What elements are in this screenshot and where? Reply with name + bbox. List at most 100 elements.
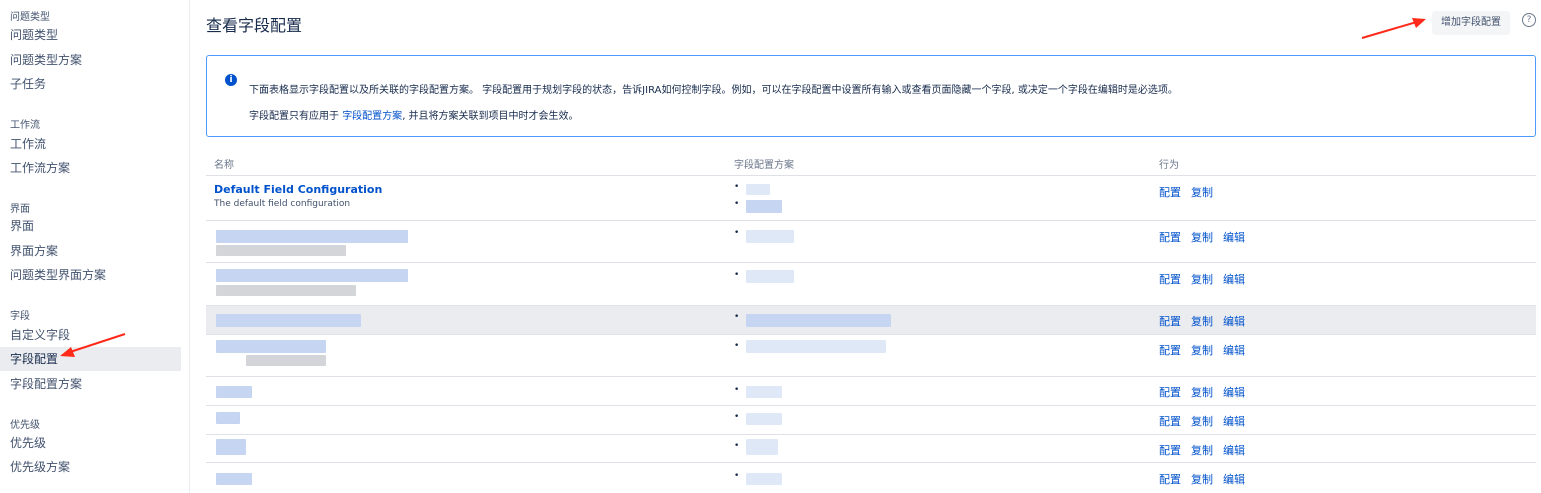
field-configuration-name-link[interactable]: Default Field Configuration xyxy=(214,183,382,196)
row-actions: 配置 复制 编辑 xyxy=(1159,313,1255,329)
scheme-bullet: • xyxy=(734,312,740,322)
table-row: • 配置 复制 编辑 xyxy=(206,306,1536,335)
configure-link[interactable]: 配置 xyxy=(1159,344,1181,357)
info-icon: i xyxy=(225,74,237,86)
add-field-configuration-button[interactable]: 增加字段配置 xyxy=(1432,11,1510,35)
redacted-name xyxy=(216,386,252,398)
redacted-scheme xyxy=(746,439,778,455)
redacted-scheme xyxy=(746,314,891,327)
sidebar-item-workflows[interactable]: 工作流 xyxy=(0,132,181,156)
scheme-bullet: • xyxy=(734,228,740,238)
configure-link[interactable]: 配置 xyxy=(1159,415,1181,428)
copy-link[interactable]: 复制 xyxy=(1191,231,1213,244)
sidebar-item-issue-type-screen-schemes[interactable]: 问题类型界面方案 xyxy=(0,263,181,287)
annotation-arrow-icon xyxy=(1361,18,1426,39)
sidebar: 问题类型 问题类型 问题类型方案 子任务 工作流 工作流 工作流方案 界面 界面… xyxy=(0,0,190,493)
info-text-prefix: 字段配置只有应用于 xyxy=(249,111,343,122)
sidebar-group-title: 界面 xyxy=(10,204,30,215)
row-name-cell: Default Field Configuration The default … xyxy=(214,183,382,209)
copy-link[interactable]: 复制 xyxy=(1191,386,1213,399)
configure-link[interactable]: 配置 xyxy=(1159,186,1181,199)
row-actions: 配置 复制 编辑 xyxy=(1159,384,1255,400)
configure-link[interactable]: 配置 xyxy=(1159,386,1181,399)
annotation-arrow-icon xyxy=(60,333,126,357)
copy-link[interactable]: 复制 xyxy=(1191,415,1213,428)
sidebar-item-screen-schemes[interactable]: 界面方案 xyxy=(0,239,181,263)
configure-link[interactable]: 配置 xyxy=(1159,315,1181,328)
edit-link[interactable]: 编辑 xyxy=(1223,444,1245,457)
redacted-scheme xyxy=(746,413,782,425)
help-icon[interactable]: ? xyxy=(1522,13,1536,27)
scheme-bullet: • xyxy=(734,182,740,192)
row-actions: 配置 复制 xyxy=(1159,184,1223,200)
redacted-scheme xyxy=(746,386,782,398)
redacted-name xyxy=(216,314,361,327)
sidebar-group-title: 字段 xyxy=(10,311,30,322)
column-header-name: 名称 xyxy=(214,160,234,171)
table-row: • 配置 复制 编辑 xyxy=(206,335,1536,377)
copy-link[interactable]: 复制 xyxy=(1191,315,1213,328)
row-actions: 配置 复制 编辑 xyxy=(1159,229,1255,245)
sidebar-item-issue-types[interactable]: 问题类型 xyxy=(0,23,181,47)
main-content: 查看字段配置 增加字段配置 ? i 下面表格显示字段配置以及所关联的字段配置方案… xyxy=(206,0,1536,493)
copy-link[interactable]: 复制 xyxy=(1191,444,1213,457)
scheme-bullet: • xyxy=(734,341,740,351)
sidebar-item-priority-schemes[interactable]: 优先级方案 xyxy=(0,455,181,479)
info-text-suffix: , 并且将方案关联到项目中时才会生效。 xyxy=(402,111,579,122)
column-header-actions: 行为 xyxy=(1159,160,1179,171)
table-row: • 配置 复制 编辑 xyxy=(206,406,1536,435)
page-title: 查看字段配置 xyxy=(206,16,303,35)
field-configuration-schemes-link[interactable]: 字段配置方案 xyxy=(342,111,402,122)
redacted-scheme xyxy=(746,200,782,213)
edit-link[interactable]: 编辑 xyxy=(1223,386,1245,399)
sidebar-item-screens[interactable]: 界面 xyxy=(0,214,181,238)
row-actions: 配置 复制 编辑 xyxy=(1159,271,1255,287)
sidebar-item-issue-type-schemes[interactable]: 问题类型方案 xyxy=(0,48,181,72)
redacted-scheme xyxy=(746,230,794,243)
table-row: • 配置 复制 编辑 xyxy=(206,463,1536,493)
sidebar-item-subtasks[interactable]: 子任务 xyxy=(0,72,181,96)
table-row: • 配置 复制 编辑 xyxy=(206,435,1536,463)
edit-link[interactable]: 编辑 xyxy=(1223,473,1245,486)
sidebar-group-title: 问题类型 xyxy=(10,12,50,23)
configure-link[interactable]: 配置 xyxy=(1159,444,1181,457)
sidebar-item-field-configuration-schemes[interactable]: 字段配置方案 xyxy=(0,372,181,396)
column-header-schemes: 字段配置方案 xyxy=(734,160,794,171)
scheme-bullet: • xyxy=(734,270,740,280)
configure-link[interactable]: 配置 xyxy=(1159,231,1181,244)
redacted-name xyxy=(216,340,326,353)
edit-link[interactable]: 编辑 xyxy=(1223,415,1245,428)
copy-link[interactable]: 复制 xyxy=(1191,344,1213,357)
row-actions: 配置 复制 编辑 xyxy=(1159,342,1255,358)
scheme-bullet: • xyxy=(734,441,740,451)
info-panel: i 下面表格显示字段配置以及所关联的字段配置方案。 字段配置用于规划字段的状态，… xyxy=(206,55,1536,137)
sidebar-group-title: 工作流 xyxy=(10,120,40,131)
row-actions: 配置 复制 编辑 xyxy=(1159,413,1255,429)
copy-link[interactable]: 复制 xyxy=(1191,186,1213,199)
info-text-line1: 下面表格显示字段配置以及所关联的字段配置方案。 字段配置用于规划字段的状态，告诉… xyxy=(249,85,1178,96)
sidebar-item-workflow-schemes[interactable]: 工作流方案 xyxy=(0,156,181,180)
copy-link[interactable]: 复制 xyxy=(1191,473,1213,486)
row-actions: 配置 复制 编辑 xyxy=(1159,471,1255,487)
copy-link[interactable]: 复制 xyxy=(1191,273,1213,286)
sidebar-item-priorities[interactable]: 优先级 xyxy=(0,431,181,455)
table-row: • 配置 复制 编辑 xyxy=(206,263,1536,306)
redacted-name xyxy=(216,269,408,282)
redacted-scheme xyxy=(746,184,770,195)
row-actions: 配置 复制 编辑 xyxy=(1159,442,1255,458)
edit-link[interactable]: 编辑 xyxy=(1223,344,1245,357)
table-row: Default Field Configuration The default … xyxy=(206,176,1536,221)
edit-link[interactable]: 编辑 xyxy=(1223,231,1245,244)
redacted-scheme xyxy=(746,270,794,283)
edit-link[interactable]: 编辑 xyxy=(1223,273,1245,286)
redacted-description xyxy=(216,245,346,256)
scheme-bullet: • xyxy=(734,199,740,209)
edit-link[interactable]: 编辑 xyxy=(1223,315,1245,328)
info-text-line2: 字段配置只有应用于 字段配置方案, 并且将方案关联到项目中时才会生效。 xyxy=(249,107,579,122)
redacted-scheme xyxy=(746,473,782,485)
redacted-description xyxy=(216,285,356,296)
configure-link[interactable]: 配置 xyxy=(1159,273,1181,286)
scheme-bullet: • xyxy=(734,385,740,395)
redacted-name xyxy=(216,412,240,424)
configure-link[interactable]: 配置 xyxy=(1159,473,1181,486)
